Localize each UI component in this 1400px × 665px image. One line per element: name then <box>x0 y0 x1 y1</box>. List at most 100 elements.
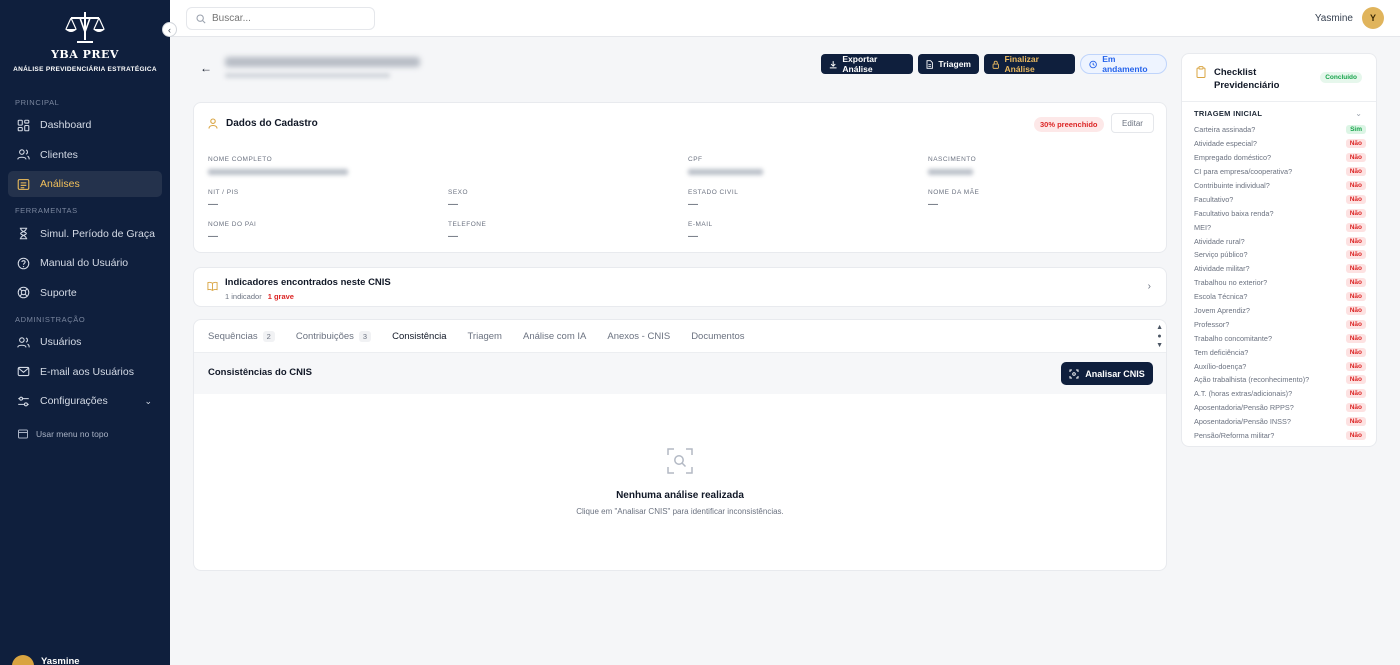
hourglass-icon <box>19 227 28 240</box>
brand-tagline: ANÁLISE PREVIDENCIÁRIA ESTRATÉGICA <box>13 66 157 73</box>
users-icon <box>17 336 30 348</box>
checklist-item[interactable]: Escola Técnica? Não <box>1194 290 1366 304</box>
sidebar-user[interactable]: Yasmine <box>0 650 170 665</box>
file-icon <box>17 178 30 190</box>
collapse-sidebar-button[interactable]: ‹ <box>162 22 177 37</box>
sidebar-item-usuarios[interactable]: Usuários <box>8 329 162 355</box>
use-top-menu-toggle[interactable]: Usar menu no topo <box>0 429 170 439</box>
checklist-question: Auxílio-doença? <box>1194 361 1247 371</box>
checklist-item[interactable]: Atividade especial? Não <box>1194 137 1366 151</box>
checklist-answer-badge: Não <box>1345 403 1366 413</box>
checklist-item[interactable]: A.T. (horas extras/adicionais)? Não <box>1194 387 1366 401</box>
tab-contribuicoes[interactable]: Contribuições 3 <box>296 330 372 342</box>
sidebar-item-configuracoes[interactable]: Configurações ⌄ <box>8 388 162 414</box>
back-arrow-icon[interactable]: ← <box>200 61 212 75</box>
caret-up-icon[interactable]: ▲ <box>1156 323 1163 332</box>
checklist-question: Escola Técnica? <box>1194 292 1248 302</box>
checklist-item[interactable]: Aposentadoria/Pensão INSS? Não <box>1194 415 1366 429</box>
checklist-item[interactable]: Atividade militar? Não <box>1194 262 1366 276</box>
tab-analise-ia[interactable]: Análise com IA <box>523 331 586 342</box>
tab-sequencias[interactable]: Sequências 2 <box>208 330 275 342</box>
triagem-button[interactable]: Triagem <box>918 54 979 74</box>
download-icon <box>829 60 837 68</box>
dot-icon: ● <box>1157 333 1162 340</box>
mail-icon <box>17 366 30 377</box>
checklist-item[interactable]: Trabalho concomitante? Não <box>1194 331 1366 345</box>
checklist-section-title[interactable]: TRIAGEM INICIAL <box>1194 109 1262 118</box>
brand-name: YBA PREV <box>51 48 119 61</box>
export-analysis-button[interactable]: Exportar Análise <box>821 54 913 74</box>
field-label-nome-pai: NOME DO PAI <box>208 221 257 228</box>
checklist-item[interactable]: Aposentadoria/Pensão RPPS? Não <box>1194 401 1366 415</box>
tab-scroll-control[interactable]: ▲ ● ▼ <box>1156 323 1163 350</box>
tab-documentos[interactable]: Documentos <box>691 331 744 342</box>
sidebar-item-analises[interactable]: Análises <box>8 171 162 197</box>
checklist-item[interactable]: Tem deficiência? Não <box>1194 345 1366 359</box>
sidebar-item-dashboard[interactable]: Dashboard <box>8 112 162 138</box>
checklist-item[interactable]: Facultativo? Não <box>1194 192 1366 206</box>
checklist-item[interactable]: Serviço público? Não <box>1194 248 1366 262</box>
edit-button[interactable]: Editar <box>1111 113 1154 133</box>
checklist-item[interactable]: Professor? Não <box>1194 317 1366 331</box>
checklist-item[interactable]: Carteira assinada? Sim <box>1194 123 1366 137</box>
indicators-card[interactable]: Indicadores encontrados neste CNIS 1 ind… <box>193 267 1167 307</box>
finalize-analysis-button[interactable]: Finalizar Análise <box>984 54 1075 74</box>
field-value-nit: — <box>208 199 218 210</box>
analysis-tabs-card: Sequências 2 Contribuições 3 Consistência … <box>193 319 1167 571</box>
checklist-item[interactable]: Auxílio-doença? Não <box>1194 359 1366 373</box>
tab-label: Sequências <box>208 330 258 342</box>
checklist-title-line1: Checklist <box>1214 67 1257 78</box>
checklist-item[interactable]: Facultativo baixa renda? Não <box>1194 206 1366 220</box>
status-label: Em andamento <box>1102 54 1148 74</box>
tab-label: Análise com IA <box>522 330 587 342</box>
user-menu[interactable]: Yasmine Y <box>1315 7 1384 29</box>
checklist-item[interactable]: Jovem Aprendiz? Não <box>1194 304 1366 318</box>
checklist-answer-badge: Não <box>1345 292 1366 302</box>
status-badge[interactable]: Em andamento <box>1080 54 1167 74</box>
checklist-question: Pensão/Reforma militar? <box>1194 431 1275 441</box>
analyze-cnis-button[interactable]: Analisar CNIS <box>1061 362 1153 385</box>
checklist-answer-badge: Sim <box>1346 125 1366 135</box>
empty-state-subtitle: Clique em "Analisar CNIS" para identific… <box>576 507 784 516</box>
checklist-item[interactable]: Contribuinte individual? Não <box>1194 179 1366 193</box>
section-ferramentas: FERRAMENTAS <box>15 206 78 215</box>
checklist-item[interactable]: Pensão/Reforma militar? Não <box>1194 429 1366 443</box>
tab-label: Documentos <box>691 330 745 342</box>
search-box[interactable] <box>186 7 375 30</box>
checklist-question: Facultativo baixa renda? <box>1194 208 1274 218</box>
sidebar-item-clientes[interactable]: Clientes <box>8 142 162 168</box>
sidebar-item-email-usuarios[interactable]: E-mail aos Usuários <box>8 359 162 385</box>
finalize-label: Finalizar Análise <box>1004 54 1039 74</box>
sidebar-item-simul-periodo-graca[interactable]: Simul. Período de Graça <box>8 221 162 247</box>
checklist-question: Aposentadoria/Pensão INSS? <box>1194 417 1291 427</box>
sidebar-item-manual[interactable]: Manual do Usuário <box>8 250 162 276</box>
search-input[interactable] <box>212 13 362 24</box>
field-value-estado-civil: — <box>688 199 698 210</box>
chevron-right-icon: › <box>1147 281 1151 292</box>
document-icon <box>926 59 933 69</box>
section-administracao: ADMINISTRAÇÃO <box>15 314 86 324</box>
brand-logo[interactable]: YBA PREV ANÁLISE PREVIDENCIÁRIA ESTRATÉG… <box>0 0 170 92</box>
tab-triagem[interactable]: Triagem <box>467 331 502 342</box>
users-icon <box>17 149 30 160</box>
tab-anexos-cnis[interactable]: Anexos - CNIS <box>607 331 670 342</box>
checklist-answer-badge: Não <box>1345 194 1366 204</box>
tab-consistencia[interactable]: Consistência <box>392 331 446 342</box>
sidebar-item-suporte[interactable]: Suporte <box>8 280 162 306</box>
checklist-item[interactable]: MEI? Não <box>1194 220 1366 234</box>
sidebar-item-label: Análises <box>40 178 80 190</box>
caret-down-icon[interactable]: ▼ <box>1156 341 1163 350</box>
search-icon <box>196 13 206 24</box>
checklist-item[interactable]: CI para empresa/cooperativa? Não <box>1194 165 1366 179</box>
chevron-down-icon[interactable]: ⌄ <box>1355 109 1362 118</box>
checklist-item[interactable]: Empregado doméstico? Não <box>1194 151 1366 165</box>
tab-label: Anexos - CNIS <box>607 330 671 342</box>
checklist-item[interactable]: Trabalhou no exterior? Não <box>1194 276 1366 290</box>
checklist-item[interactable]: Ação trabalhista (reconhecimento)? Não <box>1194 373 1366 387</box>
field-label-nome-completo: NOME COMPLETO <box>208 156 273 163</box>
checklist-question: Empregado doméstico? <box>1194 153 1272 163</box>
user-name: Yasmine <box>1314 12 1353 24</box>
checklist-answer-badge: Não <box>1345 375 1366 385</box>
checklist-item[interactable]: Atividade rural? Não <box>1194 234 1366 248</box>
checklist-question: Facultativo? <box>1194 194 1234 204</box>
